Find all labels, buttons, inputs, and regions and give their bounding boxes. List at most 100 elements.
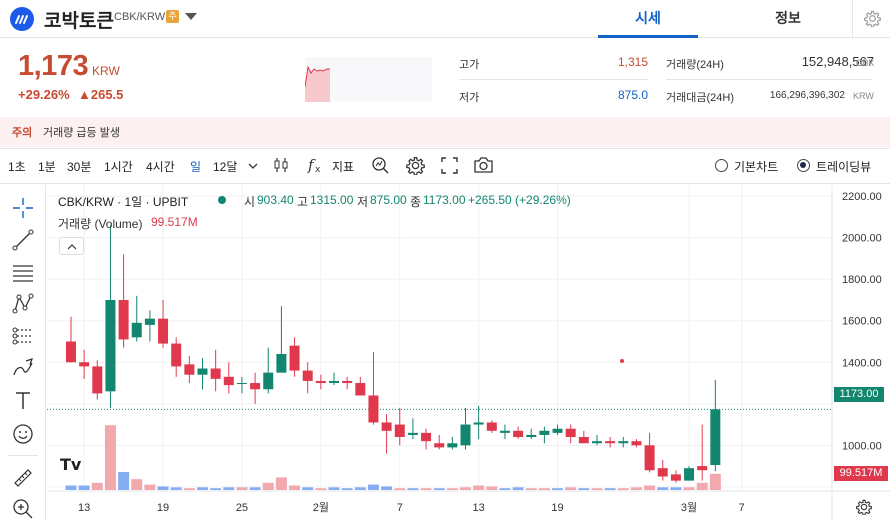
- volume-bar: [591, 488, 603, 490]
- volume-bar: [104, 425, 116, 490]
- candle-body: [539, 430, 550, 435]
- camera-screenshot-icon[interactable]: [473, 156, 494, 174]
- chart-settings-gear-icon[interactable]: [856, 499, 872, 515]
- coin-select-chevron-icon[interactable]: [185, 13, 197, 20]
- candle-body: [618, 441, 629, 444]
- chart-symbol: CBK/KRW · 1일 · UPBIT: [58, 195, 189, 209]
- x-tick-label: 3월: [681, 501, 697, 514]
- volume-bar: [644, 485, 656, 490]
- function-fx-icon[interactable]: fx: [307, 156, 325, 174]
- candle-body: [473, 422, 484, 425]
- emoji-icon[interactable]: [12, 423, 34, 445]
- candle-body: [644, 445, 655, 471]
- volume-bar: [236, 487, 248, 490]
- candle-body: [210, 368, 221, 379]
- interval-1m[interactable]: 1분: [38, 158, 56, 175]
- crosshair-icon[interactable]: [12, 197, 34, 219]
- candle-body: [171, 343, 182, 367]
- candle-body: [79, 362, 90, 367]
- volume-bar: [683, 487, 695, 490]
- y-tick-label: 1000.00: [842, 440, 882, 452]
- legend-close-value: 1173.00: [423, 193, 466, 207]
- trend-line-icon[interactable]: [12, 229, 34, 251]
- candle-body: [578, 437, 589, 444]
- prediction-icon[interactable]: [12, 325, 34, 347]
- alert-search-icon[interactable]: [371, 156, 390, 175]
- candle-body: [276, 353, 287, 373]
- event-marker: [620, 359, 624, 363]
- candle-body: [105, 299, 116, 392]
- divider: [459, 79, 648, 80]
- interval-4h[interactable]: 4시간: [146, 158, 175, 175]
- volume-bar: [696, 482, 708, 490]
- volume-bar: [131, 479, 143, 490]
- fullscreen-icon[interactable]: [441, 157, 458, 174]
- tab-info[interactable]: 정보: [738, 0, 838, 38]
- volume-bar: [709, 473, 721, 490]
- candle-body: [355, 383, 366, 396]
- candle-body: [368, 395, 379, 423]
- price-unit: KRW: [92, 64, 120, 78]
- high-label: 고가: [459, 59, 480, 71]
- volume-24h-unit: CBK: [856, 58, 875, 68]
- volume-bar: [249, 487, 261, 490]
- candle-body: [329, 380, 339, 384]
- chevron-down-icon[interactable]: [248, 162, 258, 170]
- y-tick-label: 2000.00: [842, 233, 882, 245]
- coin-pair: CBK/KRW: [114, 11, 166, 23]
- pattern-icon[interactable]: [12, 293, 34, 315]
- brush-icon[interactable]: [12, 357, 34, 379]
- candles-icon[interactable]: [272, 156, 290, 174]
- settings-gear-icon[interactable]: [406, 156, 425, 175]
- interval-30m[interactable]: 30분: [67, 158, 91, 175]
- volume-bar: [407, 488, 419, 490]
- candle-body: [66, 341, 76, 363]
- collapse-legend-button[interactable]: [59, 237, 84, 255]
- volume-bar: [617, 488, 629, 490]
- volume-bar: [512, 487, 524, 490]
- candle-body: [263, 372, 274, 390]
- volume-bar: [144, 484, 156, 490]
- candle-body: [394, 424, 405, 438]
- text-tool-icon[interactable]: [12, 389, 34, 411]
- indicators-button[interactable]: 지표: [332, 158, 354, 175]
- candle-body: [158, 318, 169, 344]
- interval-1s[interactable]: 1초: [8, 158, 26, 175]
- candle-body: [289, 345, 300, 371]
- candle-body: [197, 368, 208, 375]
- candle-body: [131, 322, 142, 338]
- interval-1h[interactable]: 1시간: [104, 158, 133, 175]
- price-chart[interactable]: 2200.00 2000.00 1800.00 1600.00 1400.00 1000.…: [47, 185, 890, 521]
- candle-body: [434, 443, 445, 448]
- horizontal-lines-icon[interactable]: [12, 261, 34, 283]
- last-price-tag: 1173.00: [834, 387, 884, 402]
- tab-market-price[interactable]: 시세: [598, 0, 698, 38]
- interval-1d[interactable]: 일: [190, 158, 201, 175]
- volume-bar: [315, 488, 327, 490]
- amount-24h-label: 거래대금(24H): [666, 92, 734, 104]
- price-sparkline: [305, 57, 432, 102]
- settings-button[interactable]: [852, 0, 890, 38]
- change-amount: ▲265.5: [78, 87, 124, 102]
- warning-banner: [0, 117, 890, 147]
- basic-chart-label[interactable]: 기본차트: [734, 158, 778, 175]
- interval-12mo[interactable]: 12달: [213, 158, 237, 175]
- ruler-icon[interactable]: [12, 467, 34, 489]
- tradingview-radio[interactable]: [797, 159, 810, 172]
- drawing-toolbar: [0, 185, 46, 521]
- x-tick-label: 2월: [313, 501, 329, 514]
- basic-chart-radio[interactable]: [715, 159, 728, 172]
- x-tick-label: 19: [157, 502, 169, 514]
- tradingview-label[interactable]: 트레이딩뷰: [816, 158, 871, 175]
- candle-body: [302, 370, 313, 381]
- current-price: 1,173: [18, 50, 89, 82]
- volume-bar: [91, 482, 103, 490]
- x-tick-label: 7: [739, 502, 745, 514]
- candle-body: [407, 432, 418, 435]
- zoom-in-icon[interactable]: [12, 498, 34, 520]
- candle-body: [460, 424, 471, 446]
- candle-body: [592, 441, 602, 444]
- x-tick-label: 19: [551, 502, 563, 514]
- chevron-up-icon: [67, 244, 77, 250]
- legend-open-value: 903.40: [257, 193, 294, 207]
